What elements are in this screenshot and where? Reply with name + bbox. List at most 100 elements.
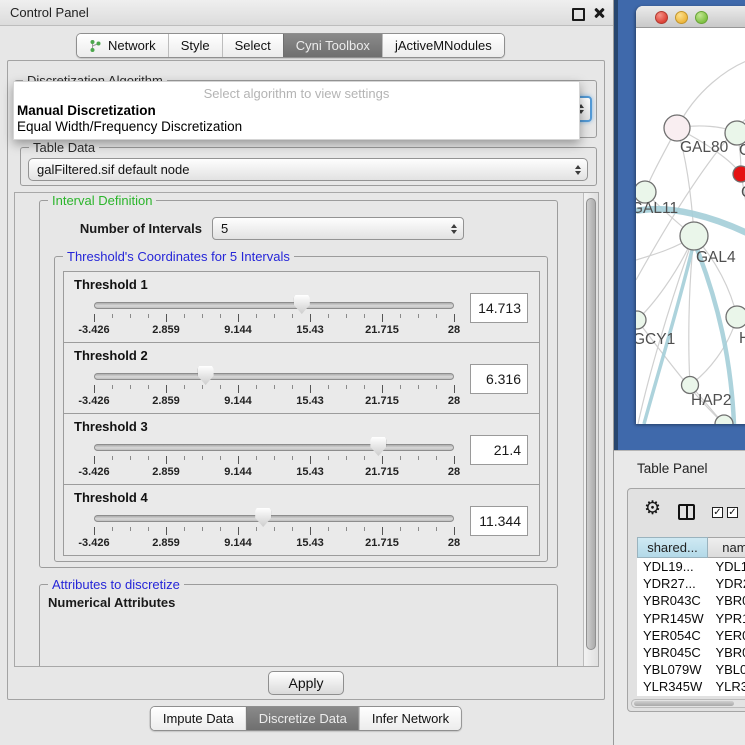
- settings-vertical-scrollbar[interactable]: [583, 193, 598, 666]
- control-panel-tabs: Network Style Select Cyni Toolbox jActiv…: [76, 33, 505, 58]
- cell-shared-name[interactable]: YBR045C: [637, 644, 707, 661]
- group-title: Table Data: [29, 140, 99, 155]
- node-label-partial: H: [739, 330, 745, 347]
- threshold-value-field[interactable]: 6.316: [470, 364, 528, 394]
- gear-icon[interactable]: ⚙: [644, 497, 661, 520]
- slider-track[interactable]: [94, 302, 454, 309]
- table-header: shared... name: [637, 537, 745, 558]
- network-window-titlebar[interactable]: [636, 6, 745, 28]
- minimize-traffic-light-icon[interactable]: [675, 11, 688, 24]
- tab-label: Discretize Data: [259, 707, 347, 730]
- slider-track[interactable]: [94, 444, 454, 451]
- tab-label: Network: [108, 34, 156, 57]
- checkbox-icon[interactable]: ✓: [727, 507, 738, 518]
- zoom-traffic-light-icon[interactable]: [695, 11, 708, 24]
- network-canvas[interactable]: GAL80 G C GAL11 GAL4 GCY1 H HAP2: [636, 28, 745, 424]
- cell-shared-name[interactable]: YIL052C: [637, 696, 707, 697]
- node-h[interactable]: [726, 306, 745, 328]
- table-data-combobox[interactable]: galFiltered.sif default node: [28, 158, 588, 181]
- tick-label: 21.715: [365, 324, 399, 336]
- cell-name[interactable]: YIL0: [707, 696, 745, 697]
- combo-value: 5: [213, 221, 228, 236]
- node-gcy1[interactable]: [636, 311, 646, 329]
- table-row[interactable]: YDR27...YDR2: [637, 575, 745, 592]
- cell-shared-name[interactable]: YDR27...: [637, 575, 707, 592]
- cell-name[interactable]: YBR0: [707, 592, 745, 609]
- tab-cyni-toolbox[interactable]: Cyni Toolbox: [283, 34, 382, 57]
- dropdown-option-equal-width-frequency[interactable]: Equal Width/Frequency Discretization: [17, 119, 242, 134]
- tick-label: -3.426: [78, 395, 109, 407]
- table-panel-subwindow: ⚙ ✓ ✓ shared... name YDL19...YDL1YDR27..…: [627, 488, 745, 712]
- table-row[interactable]: YBL079WYBL0: [637, 661, 745, 678]
- network-view-window[interactable]: GAL80 G C GAL11 GAL4 GCY1 H HAP2: [636, 6, 745, 424]
- tab-style[interactable]: Style: [168, 34, 222, 57]
- node-gal4[interactable]: [680, 222, 708, 250]
- slider-thumb[interactable]: [198, 366, 214, 385]
- tick-label: 9.144: [224, 537, 252, 549]
- column-header-shared[interactable]: shared...: [637, 537, 708, 558]
- cell-name[interactable]: YBL0: [707, 661, 745, 678]
- apply-button[interactable]: Apply: [268, 671, 344, 695]
- cell-name[interactable]: YER0: [707, 627, 745, 644]
- table-horizontal-scrollbar[interactable]: [631, 699, 745, 708]
- node-gal80[interactable]: [664, 115, 690, 141]
- slider-track[interactable]: [94, 515, 454, 522]
- tick-label: 2.859: [152, 537, 180, 549]
- column-header-name[interactable]: name: [708, 537, 745, 558]
- tab-label: Impute Data: [163, 707, 234, 730]
- tick-label: 15.43: [296, 324, 324, 336]
- scrollbar-thumb[interactable]: [586, 198, 596, 650]
- cell-shared-name[interactable]: YER054C: [637, 627, 707, 644]
- cell-shared-name[interactable]: YPR145W: [637, 610, 707, 627]
- dropdown-option-manual-discretization[interactable]: Manual Discretization: [17, 103, 156, 118]
- cell-shared-name[interactable]: YBR043C: [637, 592, 707, 609]
- table-row[interactable]: YBR043CYBR0: [637, 592, 745, 609]
- cell-shared-name[interactable]: YLR345W: [637, 678, 707, 695]
- cell-name[interactable]: YBR0: [707, 644, 745, 661]
- float-window-icon[interactable]: [572, 8, 585, 21]
- tab-impute-data[interactable]: Impute Data: [151, 707, 246, 730]
- tab-discretize-data[interactable]: Discretize Data: [246, 707, 359, 730]
- tick-label: 21.715: [365, 466, 399, 478]
- cell-name[interactable]: YDL1: [707, 558, 745, 575]
- threshold-value-field[interactable]: 14.713: [470, 293, 528, 323]
- table-row[interactable]: YPR145WYPR1: [637, 610, 745, 627]
- thresholds-group: Threshold's Coordinates for 5 Intervals …: [54, 256, 548, 562]
- cell-name[interactable]: YLR3: [707, 678, 745, 695]
- tab-label: jActiveMNodules: [395, 34, 492, 57]
- cell-shared-name[interactable]: YDL19...: [637, 558, 707, 575]
- tab-select[interactable]: Select: [222, 34, 283, 57]
- node-label-gal80: GAL80: [680, 139, 729, 156]
- table-row[interactable]: YIL052CYIL0: [637, 696, 745, 697]
- slider-thumb[interactable]: [370, 437, 386, 456]
- close-icon[interactable]: [593, 7, 605, 19]
- cell-name[interactable]: YPR1: [707, 610, 745, 627]
- numerical-attributes-label: Numerical Attributes: [48, 595, 175, 610]
- threshold-value-field[interactable]: 21.4: [470, 435, 528, 465]
- checkbox-icon[interactable]: ✓: [712, 507, 723, 518]
- node-hap2[interactable]: [682, 377, 699, 394]
- table-row[interactable]: YBR045CYBR0: [637, 644, 745, 661]
- number-of-intervals-combobox[interactable]: 5: [212, 217, 464, 240]
- threshold-value-field[interactable]: 11.344: [470, 506, 528, 536]
- tab-jactivemnodules[interactable]: jActiveMNodules: [382, 34, 504, 57]
- table-row[interactable]: YLR345WYLR3: [637, 678, 745, 695]
- node-red[interactable]: [733, 166, 745, 182]
- slider-thumb[interactable]: [255, 508, 271, 527]
- scrollbar-thumb[interactable]: [634, 701, 734, 706]
- tab-infer-network[interactable]: Infer Network: [359, 707, 461, 730]
- control-panel-titlebar: Control Panel: [0, 0, 613, 26]
- cell-shared-name[interactable]: YBL079W: [637, 661, 707, 678]
- tick-label: -3.426: [78, 466, 109, 478]
- slider-ticks: [94, 314, 456, 322]
- table-row[interactable]: YER054CYER0: [637, 627, 745, 644]
- tab-network[interactable]: Network: [77, 34, 168, 57]
- node-label-partial: C: [741, 184, 745, 201]
- slider-track[interactable]: [94, 373, 454, 380]
- table-row[interactable]: YDL19...YDL1: [637, 558, 745, 575]
- split-columns-icon[interactable]: [678, 504, 695, 520]
- tick-label: -3.426: [78, 324, 109, 336]
- close-traffic-light-icon[interactable]: [655, 11, 668, 24]
- slider-thumb[interactable]: [294, 295, 310, 314]
- cell-name[interactable]: YDR2: [707, 575, 745, 592]
